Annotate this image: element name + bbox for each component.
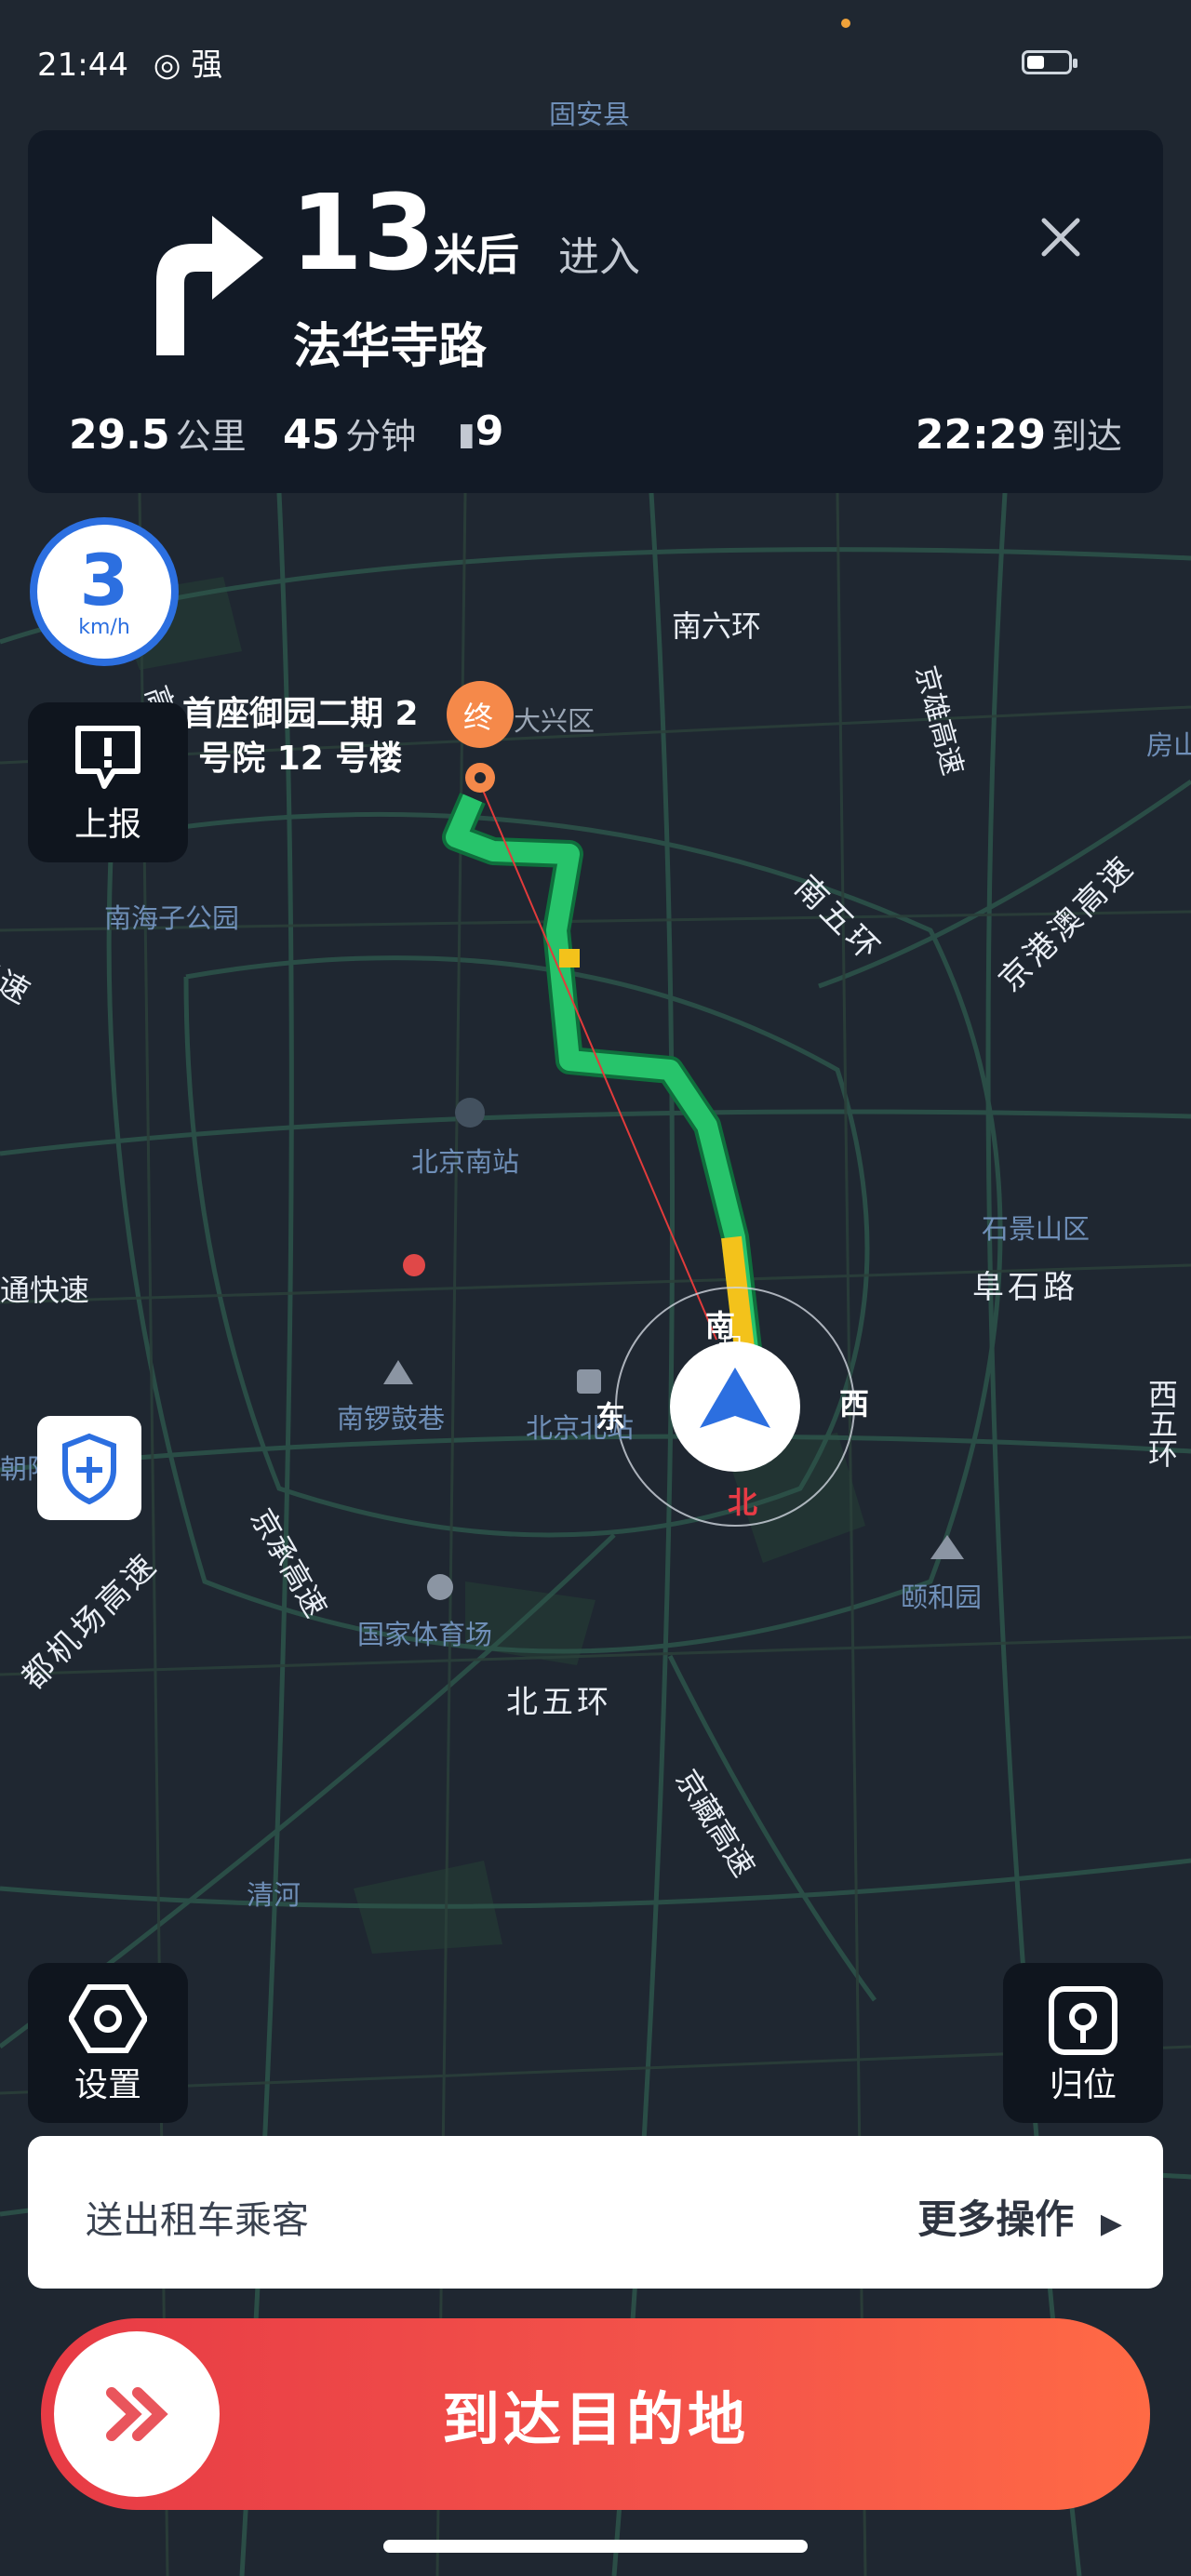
compass-south: 南 (705, 1308, 736, 1343)
map-label-shi-jing-shan: 石景山区 (982, 1213, 1091, 1245)
map-label-nan-luo-gu-xiang: 南锣鼓巷 (337, 1403, 446, 1435)
map-label-da-xing: 大兴区 (514, 705, 596, 737)
status-bar: 21:44 ◎ 强 (37, 39, 222, 85)
speed-unit: km/h (78, 616, 130, 639)
remaining-distance-unit: 公里 (175, 416, 247, 457)
map-label-yi-he-yuan: 颐和园 (901, 1582, 983, 1613)
recenter-icon (1049, 1986, 1117, 2055)
turn-action: 进入 (558, 234, 640, 281)
ride-action-bar: 送出租车乘客 更多操作 ▶ (28, 2136, 1163, 2289)
map-label-bei-wu-huan: 北五环 (506, 1684, 612, 1721)
compass-east: 东 (596, 1399, 626, 1435)
map-label-gu-an: 固安县 (549, 99, 631, 130)
speed-value: 3 (79, 539, 129, 621)
gear-icon (69, 1984, 147, 2053)
eta: 22:29 到达 (916, 407, 1122, 459)
ride-status-text: 送出租车乘客 (86, 2199, 309, 2242)
map-label-bei-jing-nan-zhan: 北京南站 (411, 1146, 520, 1178)
more-actions-label: 更多操作 (917, 2196, 1075, 2242)
speed-indicator: 3 km/h (30, 517, 179, 666)
destination-line-2: 号院 12 号楼 (198, 740, 403, 778)
map-label-fu-shi-lu: 阜石路 (972, 1269, 1078, 1306)
recenter-label: 归位 (1049, 2066, 1117, 2104)
traffic-light-count: 9 (475, 407, 504, 455)
report-icon (75, 726, 141, 789)
privacy-indicator-dot (841, 19, 850, 28)
turn-distance-unit: 米后 (434, 230, 519, 280)
map-label-guo-jia-ti-yu-chang: 国家体育场 (357, 1619, 493, 1650)
destination-end-marker: 终 (463, 700, 494, 735)
eta-suffix: 到达 (1050, 416, 1122, 457)
more-actions-button[interactable]: 更多操作 ▶ (917, 2188, 1122, 2245)
signal-icon: ◎ (153, 47, 181, 84)
arrive-label: 到达目的地 (441, 2385, 749, 2453)
battery-icon (1022, 50, 1077, 74)
safety-shield-button[interactable] (37, 1416, 141, 1520)
shield-icon (62, 1433, 116, 1505)
arrive-destination-slider[interactable]: 到达目的地 (41, 2318, 1150, 2510)
traffic-lights: ▮9 (458, 407, 503, 455)
map-label-xi-wu-huan: 西五环 (1144, 1379, 1179, 1468)
remaining-time-unit: 分钟 (345, 416, 417, 457)
turn-right-icon (156, 216, 263, 355)
next-road-name: 法华寺路 (293, 319, 488, 375)
destination-label: 首座御园二期 2 号院 12 号楼 (182, 692, 419, 781)
map-label-fang: 房山 (1146, 729, 1191, 761)
compass-west: 西 (839, 1386, 870, 1421)
compass-north: 北 (728, 1485, 758, 1520)
destination-line-1: 首座御园二期 2 (182, 695, 419, 733)
recenter-button[interactable]: 归位 (1003, 1963, 1163, 2123)
remaining-distance: 29.5 公里 (69, 407, 247, 459)
caret-right-icon: ▶ (1100, 2208, 1122, 2240)
remaining-time: 45 分钟 (283, 407, 416, 459)
signal-strength: 强 (191, 47, 223, 84)
status-time: 21:44 (37, 47, 128, 84)
eta-time: 22:29 (915, 411, 1046, 459)
map-label-tong-kuai-su: 通快速 (0, 1273, 90, 1308)
settings-label: 设置 (74, 2066, 141, 2104)
map-label-nan-liu-huan: 南六环 (672, 608, 762, 644)
home-indicator[interactable] (383, 2540, 808, 2553)
report-button[interactable]: 上报 (28, 702, 188, 862)
report-label: 上报 (74, 806, 141, 844)
navigation-card: 13 米后 进入 法华寺路 29.5 公里 45 分钟 ▮9 22:29 到达 (28, 130, 1163, 493)
remaining-distance-value: 29.5 (69, 411, 170, 459)
traffic-light-icon: ▮ (458, 416, 475, 453)
settings-button[interactable]: 设置 (28, 1963, 188, 2123)
map-label-qing-he: 清河 (247, 1879, 301, 1911)
remaining-time-value: 45 (283, 411, 341, 459)
turn-distance: 13 (290, 173, 435, 294)
close-icon[interactable] (1033, 209, 1089, 265)
map-label-nan-hai-zi: 南海子公园 (104, 902, 240, 934)
